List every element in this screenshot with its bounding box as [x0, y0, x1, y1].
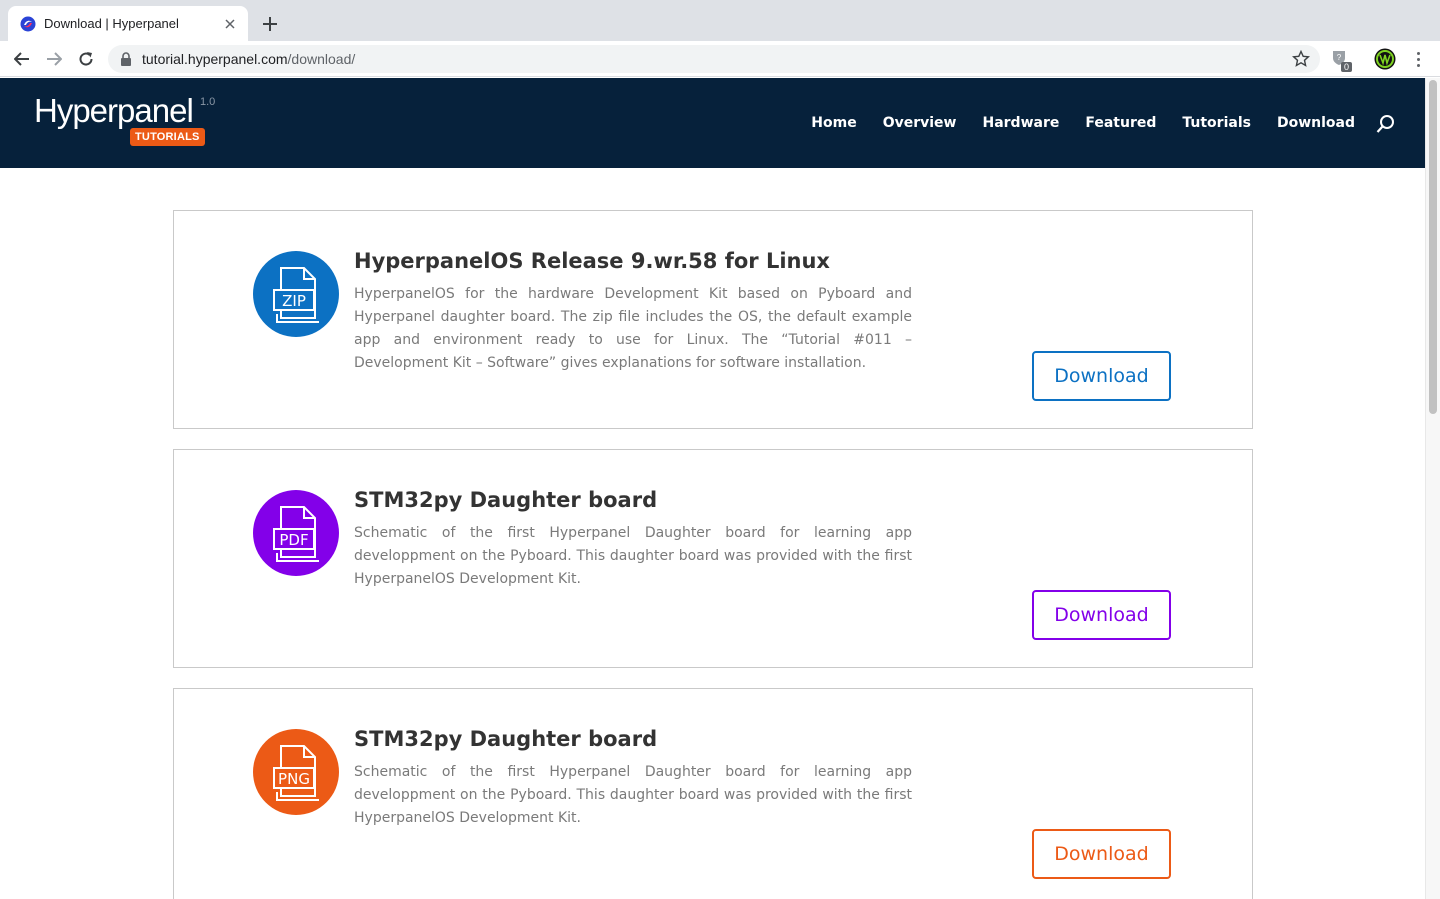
zip-file-icon: ZIP [253, 251, 339, 337]
main-nav: Home Overview Hardware Featured Tutorial… [811, 78, 1355, 168]
browser-toolbar: tutorial.hyperpanel.com/download/ ? 0 [0, 41, 1440, 77]
extension-badge: 0 [1344, 62, 1350, 72]
nav-featured[interactable]: Featured [1085, 115, 1156, 131]
download-button-zip[interactable]: Download [1032, 351, 1171, 401]
download-card-pdf: PDF STM32py Daughter board Schematic of … [173, 449, 1253, 668]
download-card-zip: ZIP HyperpanelOS Release 9.wr.58 for Lin… [173, 210, 1253, 429]
png-label: PNG [278, 770, 310, 788]
download-card-png: PNG STM32py Daughter board Schematic of … [173, 688, 1253, 899]
tab-title: Download | Hyperpanel [44, 16, 179, 31]
download-button-pdf[interactable]: Download [1032, 590, 1171, 640]
logo-badge: TUTORIALS [130, 128, 205, 146]
nav-overview[interactable]: Overview [883, 115, 957, 131]
close-tab-icon[interactable] [222, 16, 238, 32]
new-tab-icon[interactable] [258, 12, 282, 36]
nav-download[interactable]: Download [1277, 115, 1355, 131]
page-scrollbar[interactable] [1425, 78, 1440, 899]
card-title: STM32py Daughter board [354, 488, 658, 512]
browser-tab[interactable]: Download | Hyperpanel [8, 6, 248, 41]
nav-tutorials[interactable]: Tutorials [1182, 115, 1251, 131]
logo-version: 1.0 [200, 96, 216, 108]
back-arrow-icon[interactable] [10, 47, 34, 71]
zip-label: ZIP [282, 292, 306, 310]
forward-arrow-icon[interactable] [42, 47, 66, 71]
url-path: /download/ [287, 51, 356, 67]
search-icon[interactable] [1376, 114, 1396, 134]
page-viewport: Hyperpanel 1.0 TUTORIALS Home Overview H… [0, 78, 1440, 899]
browser-tabstrip: Download | Hyperpanel [0, 0, 1440, 41]
extension-avatar-icon[interactable] [1374, 48, 1396, 70]
site-logo[interactable]: Hyperpanel 1.0 TUTORIALS [34, 92, 224, 154]
lock-icon [121, 52, 131, 66]
card-title: STM32py Daughter board [354, 727, 658, 751]
logo-wordmark: Hyperpanel [34, 92, 194, 129]
card-description: HyperpanelOS for the hardware Developmen… [354, 286, 912, 371]
site-header: Hyperpanel 1.0 TUTORIALS Home Overview H… [0, 78, 1425, 168]
url-host: tutorial.hyperpanel.com [142, 51, 288, 67]
nav-home[interactable]: Home [811, 115, 856, 131]
scrollbar-thumb[interactable] [1429, 80, 1437, 414]
png-file-icon: PNG [253, 729, 339, 815]
pdf-file-icon: PDF [253, 490, 339, 576]
address-bar[interactable]: tutorial.hyperpanel.com/download/ [108, 45, 1320, 73]
browser-menu-icon[interactable] [1408, 47, 1428, 71]
card-title: HyperpanelOS Release 9.wr.58 for Linux [354, 249, 830, 273]
download-button-png[interactable]: Download [1032, 829, 1171, 879]
svg-text:?: ? [1337, 53, 1342, 62]
extension-privacy-icon[interactable]: ? 0 [1330, 49, 1354, 73]
nav-hardware[interactable]: Hardware [982, 115, 1059, 131]
reload-icon[interactable] [74, 47, 98, 71]
pdf-label: PDF [279, 531, 308, 549]
site-favicon-icon [20, 16, 36, 31]
card-description: Schematic of the first Hyperpanel Daught… [354, 525, 912, 587]
bookmark-star-icon[interactable] [1292, 50, 1310, 68]
card-description: Schematic of the first Hyperpanel Daught… [354, 764, 912, 826]
